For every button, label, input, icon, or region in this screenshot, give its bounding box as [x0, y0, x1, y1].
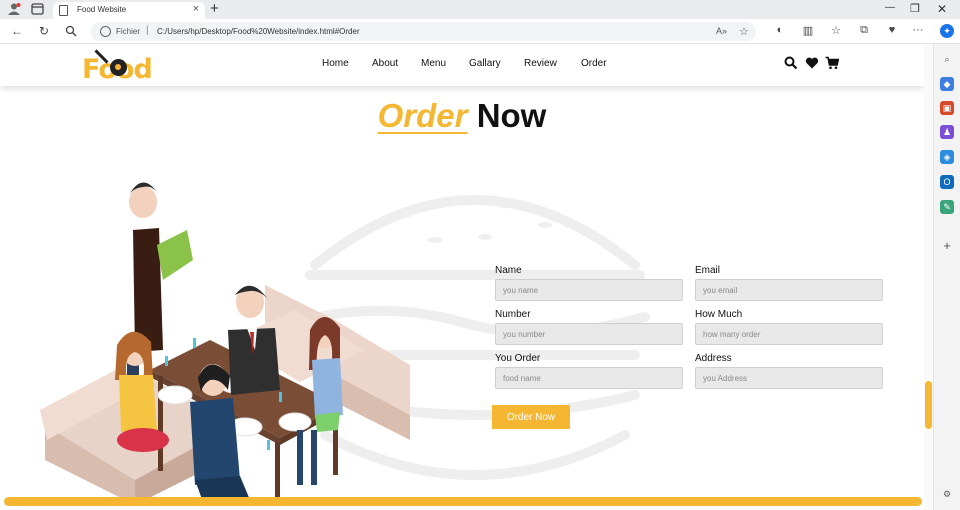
close-window-icon[interactable]: ✕ [934, 2, 950, 16]
email-input[interactable] [695, 279, 883, 301]
edge-sidebar: ✦ ⌕ ◆ ▣ ♟ ◈ O ✎ + ⚙ [933, 24, 960, 510]
search-icon[interactable] [784, 56, 798, 70]
outlook-icon[interactable]: O [940, 175, 954, 189]
email-field: Email [695, 265, 883, 301]
designer-icon[interactable]: ✎ [940, 200, 954, 214]
collections-icon[interactable]: ⧉ [857, 24, 871, 37]
you-order-label: You Order [495, 353, 541, 364]
order-now-button[interactable]: Order Now [492, 405, 570, 429]
back-icon[interactable]: ← [10, 24, 24, 38]
address-toolbar: ← ↻ Fichier | C:/Users/hp/Desktop/Food%2… [0, 19, 960, 44]
heading-highlight: Order [377, 97, 468, 134]
copilot-icon[interactable]: ✦ [940, 24, 954, 38]
address-input[interactable] [695, 367, 883, 389]
number-label: Number [495, 309, 531, 320]
read-aloud-icon[interactable]: A» [716, 26, 727, 36]
email-label: Email [695, 265, 721, 276]
scrollbar-track[interactable] [924, 44, 933, 510]
shopping-icon[interactable]: ◆ [940, 77, 954, 91]
add-sidebar-app-icon[interactable]: + [940, 239, 954, 253]
name-label: Name [495, 265, 522, 276]
search-icon[interactable] [64, 25, 78, 37]
url-bar[interactable]: Fichier | C:/Users/hp/Desktop/Food%20Web… [91, 22, 756, 41]
address-field: Address [695, 353, 883, 389]
section-heading: Order Now [0, 97, 924, 135]
site-header: Food Home About Menu Gallary Review Orde… [0, 45, 924, 86]
url-separator: | [146, 25, 149, 36]
heart-icon[interactable] [805, 56, 819, 70]
favorites-icon[interactable]: ☆ [829, 24, 843, 37]
restaurant-illustration [40, 182, 410, 505]
nav-gallary[interactable]: Gallary [469, 58, 501, 69]
site-logo[interactable]: Food [82, 47, 153, 85]
tools-icon[interactable]: ▣ [940, 101, 954, 115]
pan-icon [110, 59, 127, 76]
number-field: Number [495, 309, 683, 345]
tab-actions-icon[interactable] [30, 2, 46, 16]
how-much-input[interactable] [695, 323, 883, 345]
scrollbar-thumb[interactable] [925, 381, 932, 429]
nav-menu[interactable]: Menu [421, 58, 446, 69]
refresh-icon[interactable]: ↻ [37, 24, 51, 38]
games-icon[interactable]: ♟ [940, 125, 954, 139]
minimize-icon[interactable]: — [882, 2, 898, 13]
new-tab-icon[interactable]: + [210, 0, 219, 17]
split-screen-icon[interactable]: ▥ [801, 24, 815, 37]
restore-icon[interactable]: ❐ [907, 2, 923, 15]
nav-review[interactable]: Review [524, 58, 557, 69]
browser-tab[interactable]: Food Website × [53, 2, 205, 19]
browser-tab-bar: Food Website × + — ❐ ✕ [0, 0, 960, 19]
heading-rest: Now [476, 97, 547, 134]
you-order-input[interactable] [495, 367, 683, 389]
how-much-field: How Much [695, 309, 883, 345]
name-field: Name [495, 265, 683, 301]
sidebar-search-icon[interactable]: ⌕ [940, 52, 954, 66]
you-order-field: You Order [495, 353, 683, 389]
page-icon [59, 5, 68, 16]
office-icon[interactable]: ◈ [940, 150, 954, 164]
nav-order[interactable]: Order [581, 58, 607, 69]
name-input[interactable] [495, 279, 683, 301]
sidebar-settings-icon[interactable]: ⚙ [940, 487, 954, 501]
favorite-star-icon[interactable]: ☆ [739, 25, 749, 38]
settings-more-icon[interactable]: ··· [911, 24, 925, 36]
nav-about[interactable]: About [372, 58, 398, 69]
address-label: Address [695, 353, 732, 364]
profile-icon[interactable] [6, 2, 22, 16]
close-tab-icon[interactable]: × [193, 3, 199, 15]
extension-icon[interactable]: ◐ [773, 24, 787, 36]
bottom-accent-bar [4, 497, 922, 506]
number-input[interactable] [495, 323, 683, 345]
tab-title: Food Website [77, 5, 127, 14]
web-page: Food Home About Menu Gallary Review Orde… [0, 45, 924, 510]
site-info-icon[interactable] [100, 26, 111, 37]
url-scheme-label: Fichier [116, 27, 141, 36]
how-much-label: How Much [695, 309, 743, 320]
browser-essentials-icon[interactable]: ♥ [885, 24, 899, 36]
cart-icon[interactable] [825, 56, 839, 70]
url-text[interactable]: C:/Users/hp/Desktop/Food%20Website/index… [157, 27, 360, 36]
nav-home[interactable]: Home [322, 58, 349, 69]
